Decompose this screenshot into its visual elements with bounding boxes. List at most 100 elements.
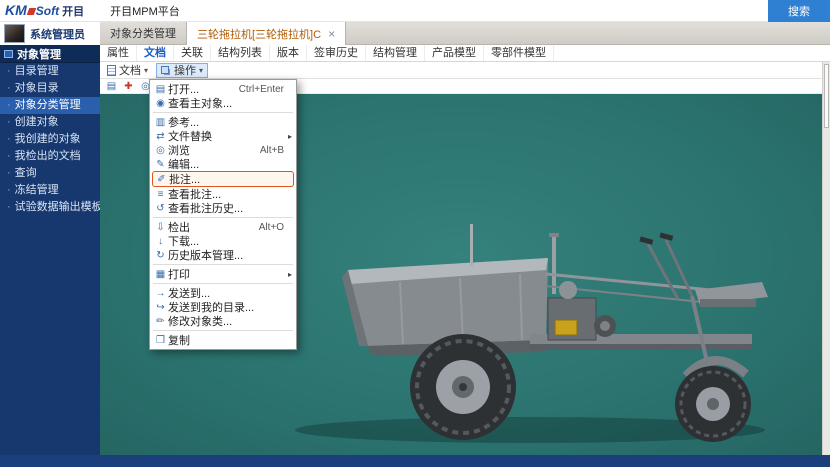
document-toolbar: 文档 ▾ 操作 ▾ <box>100 62 830 79</box>
item-bullet-icon: · <box>7 148 11 165</box>
menu-item-label: 复制 <box>168 332 276 348</box>
document-button-label: 文档 <box>119 62 141 78</box>
sidebar-item-my-checked-out-docs[interactable]: · 我检出的文档 <box>0 148 100 165</box>
open-icon: ▤ <box>153 84 168 95</box>
kmsoft-logo: KM Soft 开目 <box>5 2 84 19</box>
tab-product-model[interactable]: 产品模型 <box>425 45 484 61</box>
scrollbar-thumb[interactable] <box>824 64 829 128</box>
sidebar-item-catalog-management[interactable]: · 目录管理 <box>0 63 100 80</box>
user-avatar[interactable] <box>4 24 25 43</box>
tab-documents[interactable]: 文档 <box>137 45 174 61</box>
logo-soft-text: Soft <box>36 4 59 18</box>
tab-versions[interactable]: 版本 <box>270 45 307 61</box>
annotate-icon: ✐ <box>154 174 169 185</box>
tab-part-model[interactable]: 零部件模型 <box>484 45 554 61</box>
action-dropdown-button[interactable]: 操作 ▾ <box>156 63 208 78</box>
annotation-history-icon: ↺ <box>153 203 168 214</box>
chevron-down-icon: ▾ <box>199 66 203 75</box>
history-version-icon: ↻ <box>153 250 168 261</box>
document-icon[interactable]: ▤ <box>105 80 118 93</box>
sidebar-item-my-created-objects[interactable]: · 我创建的对象 <box>0 131 100 148</box>
submenu-arrow-icon: ▸ <box>284 132 292 141</box>
platform-title: 开目MPM平台 <box>110 3 180 19</box>
modify-object-class-icon: ✏ <box>153 316 168 327</box>
tab-label: 三轮拖拉机[三轮拖拉机]C <box>197 26 321 42</box>
menu-item-label: 批注... <box>169 171 273 187</box>
menu-item-download[interactable]: ↓ 下载... <box>150 234 296 248</box>
sidebar-item-create-object[interactable]: · 创建对象 <box>0 114 100 131</box>
view-annotations-icon: ≡ <box>153 189 168 200</box>
menu-item-label: 历史版本管理... <box>168 247 276 263</box>
document-dropdown-button[interactable]: 文档 ▾ <box>102 63 153 78</box>
sidebar-item-freeze-management[interactable]: · 冻结管理 <box>0 182 100 199</box>
menu-item-file-replace[interactable]: ⇄ 文件替换 ▸ <box>150 129 296 143</box>
user-and-tab-row: 系统管理员 对象分类管理 三轮拖拉机[三轮拖拉机]C × <box>0 22 830 45</box>
sidebar-section-header: 对象管理 <box>0 45 100 63</box>
logo-chinese-text: 开目 <box>62 3 84 19</box>
menu-item-view-main-object[interactable]: ◉ 查看主对象... <box>150 96 296 110</box>
menu-item-shortcut: Alt+B <box>260 145 284 156</box>
submenu-arrow-icon: ▸ <box>284 270 292 279</box>
search-button[interactable]: 搜索 <box>768 0 830 22</box>
move-icon[interactable]: ✚ <box>122 80 135 93</box>
menu-item-checkout[interactable]: ⇩ 检出 Alt+O <box>150 220 296 234</box>
sidebar: 对象管理 · 目录管理 · 对象目录 · 对象分类管理 · 创建对象 · 我创建… <box>0 45 100 455</box>
sidebar-item-object-classification[interactable]: · 对象分类管理 <box>0 97 100 114</box>
menu-item-browse[interactable]: ◎ 浏览 Alt+B <box>150 143 296 157</box>
sidebar-section-label: 对象管理 <box>17 46 61 62</box>
sidebar-item-label: 目录管理 <box>15 63 59 80</box>
mpm-application-window: KM Soft 开目 开目MPM平台 搜索 系统管理员 对象分类管理 三轮拖拉机… <box>0 0 830 467</box>
action-dropdown-menu: ▤ 打开... Ctrl+Enter ◉ 查看主对象... ▥ 参考... ⇄ … <box>149 79 297 350</box>
menu-item-send-to-my-directory[interactable]: ↪ 发送到我的目录... <box>150 300 296 314</box>
menu-item-label: 修改对象类... <box>168 313 276 329</box>
tab-associations[interactable]: 关联 <box>174 45 211 61</box>
menu-item-annotate[interactable]: ✐ 批注... <box>152 171 294 187</box>
print-icon: ▦ <box>153 269 168 280</box>
object-management-icon <box>4 50 13 58</box>
menu-item-print[interactable]: ▦ 打印 ▸ <box>150 267 296 281</box>
menu-item-history-version-management[interactable]: ↻ 历史版本管理... <box>150 248 296 262</box>
content-tab-bar: 属性 文档 关联 结构列表 版本 签审历史 结构管理 产品模型 零部件模型 <box>100 45 830 62</box>
menu-item-label: 查看批注历史... <box>168 200 276 216</box>
menu-item-label: 打印 <box>168 266 276 282</box>
item-bullet-icon: · <box>7 199 11 216</box>
browse-icon: ◎ <box>153 145 168 156</box>
tab-structure-management[interactable]: 结构管理 <box>366 45 425 61</box>
vertical-scrollbar[interactable] <box>822 62 830 455</box>
content-area: 属性 文档 关联 结构列表 版本 签审历史 结构管理 产品模型 零部件模型 文档… <box>100 45 830 455</box>
copy-icon: ❐ <box>153 335 168 346</box>
menu-item-copy[interactable]: ❐ 复制 <box>150 333 296 347</box>
menu-item-view-annotations[interactable]: ≡ 查看批注... <box>150 187 296 201</box>
menu-separator <box>153 217 293 218</box>
tab-close-icon[interactable]: × <box>328 28 335 40</box>
menu-separator <box>153 264 293 265</box>
menu-separator <box>153 330 293 331</box>
sidebar-item-label: 对象分类管理 <box>15 97 81 114</box>
menu-item-reference[interactable]: ▥ 参考... <box>150 115 296 129</box>
sidebar-item-label: 查询 <box>15 165 37 182</box>
tab-structure-list[interactable]: 结构列表 <box>211 45 270 61</box>
menu-item-shortcut: Alt+O <box>259 222 284 233</box>
item-bullet-icon: · <box>7 114 11 131</box>
item-bullet-icon: · <box>7 182 11 199</box>
tab-properties[interactable]: 属性 <box>100 45 137 61</box>
action-icon <box>161 66 169 74</box>
menu-item-edit[interactable]: ✎ 编辑... <box>150 157 296 171</box>
sidebar-item-test-data-output-template[interactable]: · 试验数据输出模板 <box>0 199 100 216</box>
sidebar-item-object-directory[interactable]: · 对象目录 <box>0 80 100 97</box>
sidebar-item-label: 我创建的对象 <box>15 131 81 148</box>
menu-item-view-annotation-history[interactable]: ↺ 查看批注历史... <box>150 201 296 215</box>
action-button-label: 操作 <box>174 62 196 78</box>
tab-object-classification[interactable]: 对象分类管理 <box>100 22 186 44</box>
tab-tractor-document[interactable]: 三轮拖拉机[三轮拖拉机]C × <box>186 22 346 45</box>
tab-approval-history[interactable]: 签审历史 <box>307 45 366 61</box>
menu-item-send-to[interactable]: → 发送到... <box>150 286 296 300</box>
tab-label: 对象分类管理 <box>110 25 176 41</box>
sidebar-item-query[interactable]: · 查询 <box>0 165 100 182</box>
menu-item-open[interactable]: ▤ 打开... Ctrl+Enter <box>150 82 296 96</box>
menu-item-modify-object-class[interactable]: ✏ 修改对象类... <box>150 314 296 328</box>
reference-icon: ▥ <box>153 117 168 128</box>
download-icon: ↓ <box>153 236 168 247</box>
sidebar-item-label: 创建对象 <box>15 114 59 131</box>
menu-item-shortcut: Ctrl+Enter <box>239 84 284 95</box>
